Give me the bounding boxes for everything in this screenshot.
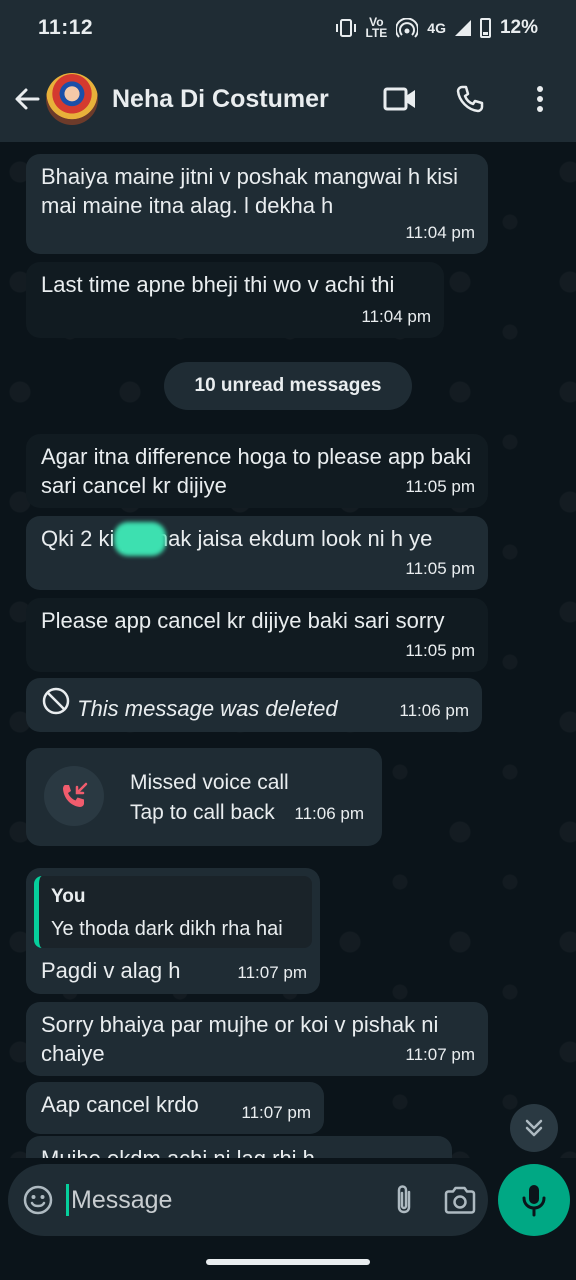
contact-name[interactable]: Neha Di Costumer — [112, 85, 378, 114]
contact-avatar[interactable] — [46, 73, 98, 125]
message-text: Last time apne bheji thi wo v achi thi — [41, 272, 395, 297]
hotspot-icon — [396, 18, 419, 38]
voice-record-button[interactable] — [498, 1164, 570, 1236]
vibrate-icon — [335, 19, 356, 37]
voice-call-icon[interactable] — [448, 77, 492, 121]
scroll-to-bottom-button[interactable] — [510, 1104, 558, 1152]
video-call-icon[interactable] — [378, 77, 422, 121]
message-bubble[interactable]: Sorry bhaiya par mujhe or koi v pishak n… — [26, 1002, 488, 1076]
message-time: 11:06 pm — [399, 701, 469, 720]
message-time: 11:04 pm — [405, 223, 475, 242]
message-time: 11:07 pm — [405, 1045, 475, 1064]
chat-header: Neha Di Costumer — [0, 56, 576, 142]
deleted-message-bubble[interactable]: This message was deleted 11:06 pm — [26, 678, 482, 732]
message-bubble[interactable]: Mujhe ekdm achi ni lag rhi h — [26, 1136, 452, 1158]
message-time: 11:07 pm — [241, 1103, 311, 1122]
missed-call-title: Missed voice call — [130, 771, 289, 794]
missed-call-subtitle: Tap to call back — [130, 801, 275, 824]
quoted-author: You — [51, 886, 86, 907]
missed-call-bubble[interactable]: Missed voice call Tap to call back 11:06… — [26, 748, 382, 846]
redaction-scribble — [114, 522, 166, 556]
home-gesture-handle[interactable] — [206, 1259, 370, 1265]
status-bar: 11:12 Vo LTE 4G 12% — [0, 0, 576, 56]
quoted-message[interactable]: You Ye thoda dark dikh rha hai — [34, 876, 312, 948]
message-time: 11:05 pm — [405, 559, 475, 578]
camera-icon[interactable] — [443, 1178, 477, 1222]
message-bubble[interactable]: Last time apne bheji thi wo v achi thi 1… — [26, 262, 444, 338]
message-text: Qki 2 ki poshak jaisa ekdum look ni h ye — [41, 526, 433, 551]
message-time: 11:04 pm — [361, 307, 431, 326]
reply-message-bubble[interactable]: You Ye thoda dark dikh rha hai Pagdi v a… — [26, 868, 320, 994]
status-icons: Vo LTE 4G 12% — [335, 15, 538, 40]
message-bubble[interactable]: Bhaiya maine jitni v poshak mangwai h ki… — [26, 154, 488, 254]
unread-messages-divider: 10 unread messages — [164, 362, 412, 410]
message-input[interactable] — [66, 1184, 393, 1216]
message-text: Pagdi v alag h — [41, 958, 181, 983]
network-type: 4G — [427, 20, 446, 36]
battery-percent: 12% — [499, 17, 538, 38]
message-composer — [8, 1164, 488, 1236]
missed-call-icon — [44, 766, 104, 826]
message-time: 11:05 pm — [405, 477, 475, 496]
message-bubble[interactable]: Aap cancel krdo 11:07 pm — [26, 1082, 324, 1134]
signal-icon — [454, 20, 471, 36]
system-nav-bar — [0, 1240, 576, 1280]
emoji-icon[interactable] — [22, 1178, 54, 1222]
message-text: Bhaiya maine jitni v poshak mangwai h ki… — [41, 164, 458, 218]
message-time: 11:05 pm — [405, 641, 475, 660]
deleted-message-text: This message was deleted — [77, 696, 338, 721]
message-bubble[interactable]: Please app cancel kr dijiye baki sari so… — [26, 598, 488, 672]
message-text: Mujhe ekdm achi ni lag rhi h — [41, 1144, 438, 1158]
attach-icon[interactable] — [393, 1178, 415, 1222]
more-options-icon[interactable] — [518, 77, 562, 121]
back-arrow-icon[interactable] — [4, 76, 50, 122]
battery-icon — [479, 18, 491, 38]
message-bubble[interactable]: Qki 2 ki poshak jaisa ekdum look ni h ye… — [26, 516, 488, 590]
microphone-icon — [522, 1185, 546, 1217]
double-chevron-down-icon — [525, 1119, 543, 1137]
volte-icon: Vo LTE — [365, 15, 388, 40]
message-bubble[interactable]: Agar itna difference hoga to please app … — [26, 434, 488, 508]
blocked-icon — [42, 687, 70, 715]
status-time: 11:12 — [38, 16, 94, 39]
message-time: 11:07 pm — [237, 963, 307, 982]
chat-area[interactable]: Bhaiya maine jitni v poshak mangwai h ki… — [0, 142, 576, 1158]
quoted-text: Ye thoda dark dikh rha hai — [51, 918, 283, 940]
message-time: 11:06 pm — [294, 804, 364, 823]
message-text: Please app cancel kr dijiye baki sari so… — [41, 608, 445, 633]
